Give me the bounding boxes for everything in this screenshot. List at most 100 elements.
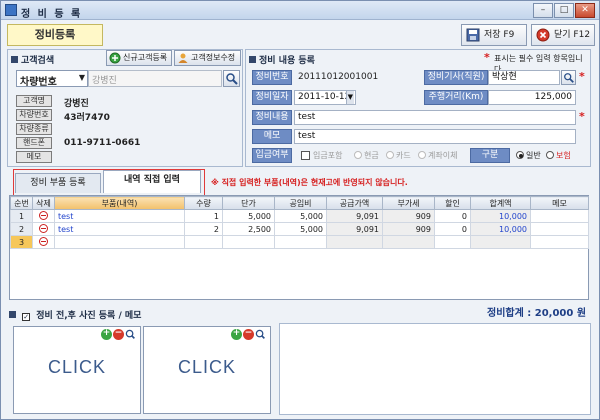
row-part-cell[interactable]: test [54, 209, 185, 223]
row-discount-cell[interactable] [434, 235, 471, 249]
zoom-photo-icon[interactable] [125, 329, 136, 340]
minus-icon [39, 211, 48, 220]
customer-name-value: 강병진 [64, 99, 89, 109]
col-header-price: 단가 [222, 196, 275, 210]
type-insurance-label: 보험 [556, 151, 571, 160]
row-discount-cell[interactable]: 0 [434, 222, 471, 236]
row-vat-cell: 909 [382, 209, 435, 223]
row-discount-cell[interactable]: 0 [434, 209, 471, 223]
pay-cash-radio[interactable] [354, 151, 362, 159]
customer-search-input[interactable]: 강병진 [88, 70, 222, 87]
col-header-qty: 수량 [184, 196, 223, 210]
photo-memo-textarea[interactable] [279, 323, 591, 415]
search-icon [226, 73, 238, 85]
car-number-label: 차량번호 [16, 109, 52, 121]
col-header-discount: 할인 [434, 196, 471, 210]
col-header-total: 합계액 [470, 196, 531, 210]
type-insurance-radio[interactable] [546, 151, 554, 159]
row-qty-cell[interactable]: 2 [184, 222, 223, 236]
row-labor-cell[interactable]: 5,000 [274, 209, 327, 223]
car-number-value: 43러7470 [64, 113, 110, 123]
pay-transfer-radio[interactable] [418, 151, 426, 159]
customer-name-label: 고객명 [16, 95, 52, 107]
technician-input[interactable]: 박상현 [488, 70, 560, 85]
col-header-vat: 부가세 [382, 196, 435, 210]
tab-highlight-outline [13, 169, 205, 196]
zoom-photo-icon[interactable] [255, 329, 266, 340]
pay-transfer-label: 계좌이체 [428, 151, 458, 160]
type-label: 구분 [470, 148, 510, 163]
row-memo-cell[interactable] [530, 222, 589, 236]
distance-label: 주행거리(Km) [424, 90, 488, 105]
repair-memo-input[interactable]: test [294, 129, 576, 144]
row-seq: 1 [10, 209, 33, 223]
row-supply-cell: 9,091 [326, 222, 383, 236]
distance-input[interactable]: 125,000 [488, 90, 576, 105]
repair-content-label: 정비내용 [252, 110, 292, 125]
add-photo-icon[interactable]: + [101, 329, 112, 340]
repair-total: 정비합계 : 20,000 원 [487, 308, 587, 319]
parts-grid: 순번 삭제 부품(내역) 수량 단가 공임비 공급가액 부가세 할인 합계액 메… [9, 195, 589, 300]
row-qty-cell[interactable] [184, 235, 223, 249]
type-normal-label: 일반 [526, 151, 541, 160]
repair-date-input[interactable]: 2011-10-12 ▼ [294, 90, 356, 105]
row-price-cell[interactable]: 2,500 [222, 222, 275, 236]
photo-slot-before[interactable]: + − CLICK [13, 326, 141, 414]
repair-content-input[interactable]: test [294, 110, 576, 125]
deposit-checkbox-label: 입금포함 [313, 151, 343, 160]
row-part-cell[interactable] [54, 235, 185, 249]
row-qty-cell[interactable]: 1 [184, 209, 223, 223]
close-window-button[interactable]: ✕ [575, 3, 595, 18]
header: 정비등록 저장 F9 닫기 F12 [5, 23, 595, 47]
save-button[interactable]: 저장 F9 [461, 24, 527, 46]
row-delete-button[interactable] [32, 222, 55, 236]
col-header-supply: 공급가액 [326, 196, 383, 210]
repair-no-value: 20111012001001 [298, 72, 379, 82]
row-delete-button[interactable] [32, 235, 55, 249]
row-price-cell[interactable]: 5,000 [222, 209, 275, 223]
close-button[interactable]: 닫기 F12 [531, 24, 595, 46]
pay-card-radio[interactable] [386, 151, 394, 159]
search-type-select[interactable]: 차량번호 ▼ [16, 70, 88, 88]
page-title: 정비등록 [7, 24, 103, 46]
required-mark: * [579, 70, 585, 83]
photo-section-title: ✓ 정비 전,후 사진 등록 / 메모 [9, 308, 141, 321]
remove-photo-icon[interactable]: − [113, 329, 124, 340]
table-row[interactable]: 2 test 2 2,500 5,000 9,091 909 0 10,000 [10, 222, 589, 236]
edit-customer-button[interactable]: 고객정보수정 [174, 50, 241, 66]
row-seq: 2 [10, 222, 33, 236]
row-supply-cell: 9,091 [326, 209, 383, 223]
row-price-cell[interactable] [222, 235, 275, 249]
table-row[interactable]: 1 test 1 5,000 5,000 9,091 909 0 10,000 [10, 209, 589, 223]
chevron-down-icon: ▼ [78, 73, 85, 82]
row-labor-cell[interactable]: 5,000 [274, 222, 327, 236]
photo-section-checkbox[interactable]: ✓ [22, 313, 31, 321]
maximize-button[interactable]: □ [554, 3, 574, 18]
deposit-checkbox[interactable] [301, 151, 310, 160]
new-customer-button[interactable]: 신규고객등록 [106, 50, 172, 66]
technician-search-button[interactable] [561, 70, 576, 85]
customer-section-title: 고객검색 [11, 53, 54, 66]
photo-slot-after[interactable]: + − CLICK [143, 326, 271, 414]
table-row[interactable]: 3 [10, 235, 589, 249]
row-seq: 3 [10, 235, 33, 249]
type-normal-radio[interactable] [516, 151, 524, 159]
row-delete-button[interactable] [32, 209, 55, 223]
remove-photo-icon[interactable]: − [243, 329, 254, 340]
add-photo-icon[interactable]: + [231, 329, 242, 340]
user-icon [178, 53, 188, 63]
row-total-cell: 10,000 [470, 222, 531, 236]
row-memo-cell[interactable] [530, 209, 589, 223]
chevron-down-icon[interactable]: ▼ [345, 91, 354, 104]
col-header-part[interactable]: 부품(내역) [54, 196, 185, 210]
phone-value: 011-9711-0661 [64, 138, 141, 148]
customer-search-button[interactable] [223, 70, 240, 87]
save-label: 저장 F9 [484, 30, 515, 40]
row-labor-cell[interactable] [274, 235, 327, 249]
row-part-cell[interactable]: test [54, 222, 185, 236]
deposit-label: 입금여부 [252, 148, 292, 163]
row-memo-cell[interactable] [530, 235, 589, 249]
minimize-button[interactable]: – [533, 3, 553, 18]
repair-memo-label: 메모 [252, 129, 292, 144]
row-total-cell [470, 235, 531, 249]
